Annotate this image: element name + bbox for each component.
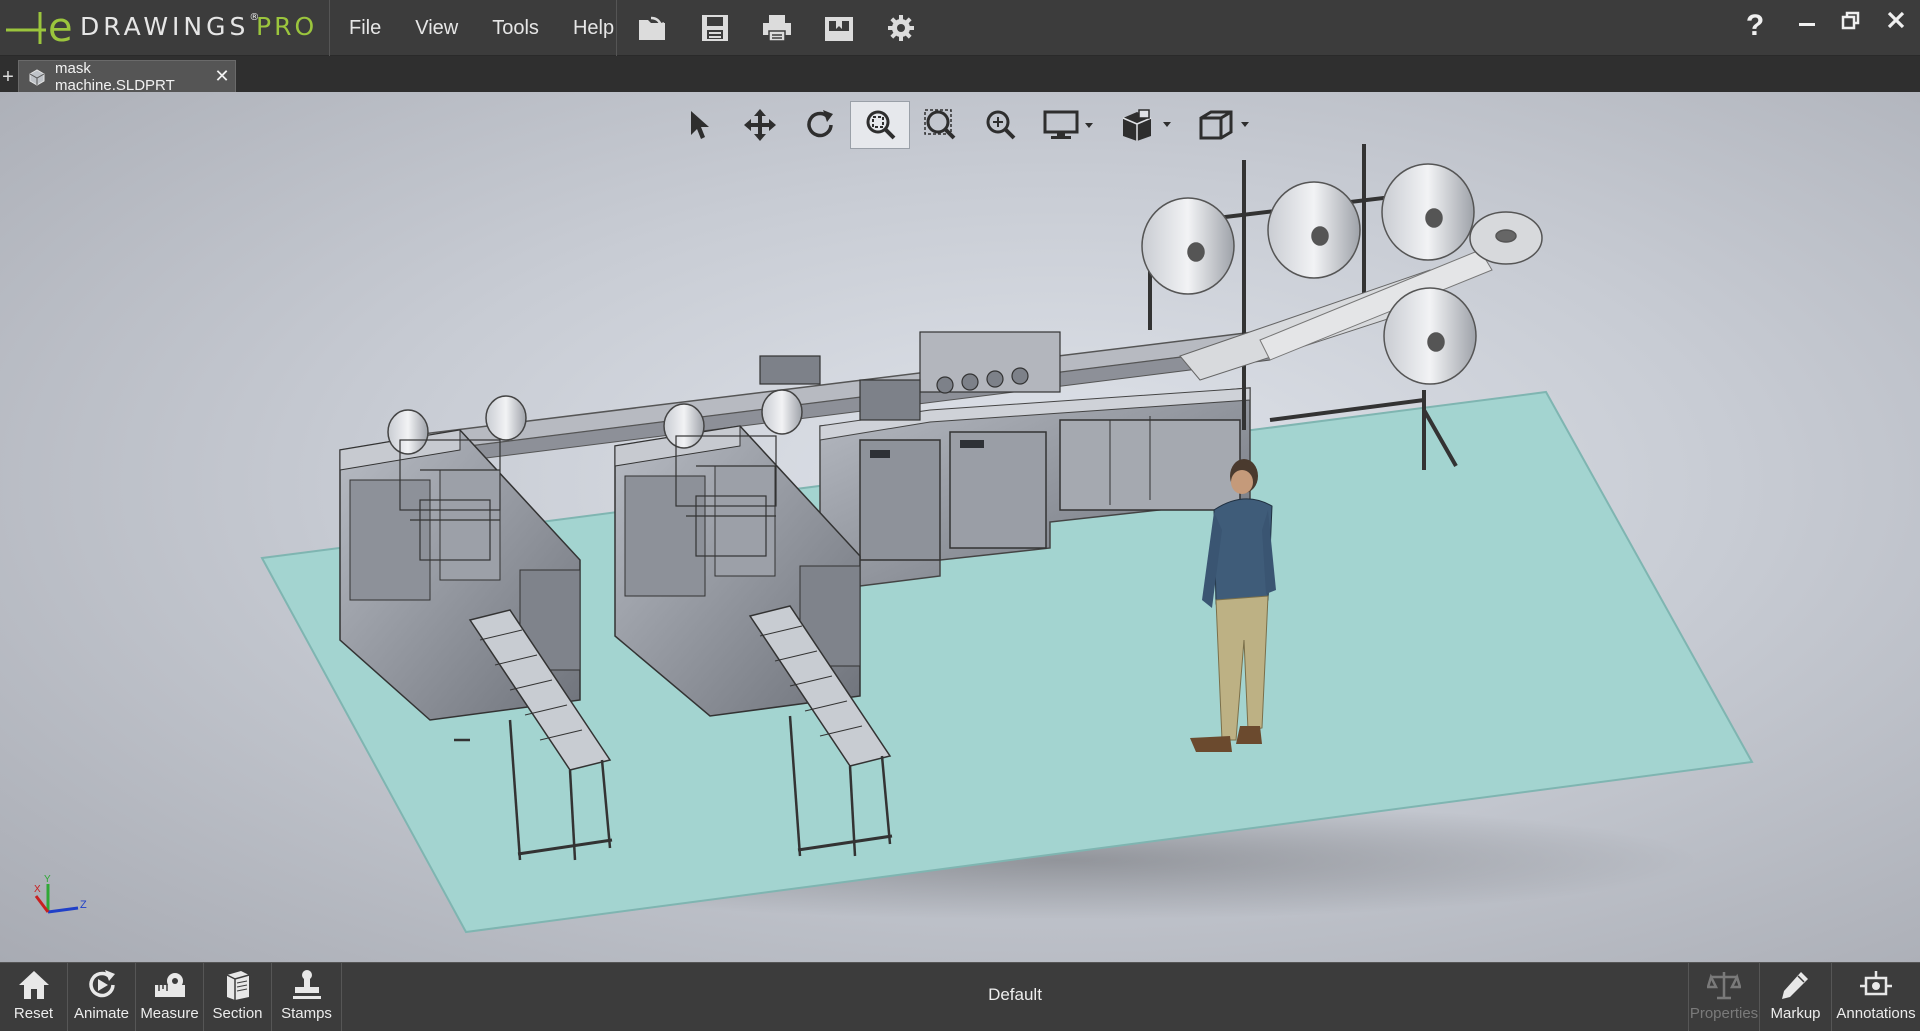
markup-button[interactable]: Markup <box>1760 963 1832 1031</box>
minimize-icon <box>1799 23 1815 26</box>
part-file-icon <box>29 68 45 86</box>
triad-y-label: Y <box>44 874 51 885</box>
section-label: Section <box>212 1005 263 1022</box>
main-toolbar <box>622 0 932 56</box>
menu-bar: File View Tools Help <box>332 0 631 56</box>
menu-file[interactable]: File <box>332 0 398 56</box>
help-button[interactable]: ? <box>1740 6 1770 46</box>
app-logo: e DRAWINGS® PRO <box>0 0 330 56</box>
animate-label: Animate <box>73 1005 130 1022</box>
home-icon <box>18 971 49 999</box>
orientation-triad: Y Z X <box>34 874 87 914</box>
document-tab-label: mask machine.SLDPRT <box>55 59 175 94</box>
pencil-icon <box>1781 972 1808 999</box>
markup-label: Markup <box>1770 1005 1821 1022</box>
publish-icon[interactable] <box>808 0 870 56</box>
close-window-button[interactable] <box>1878 0 1914 40</box>
annotations-label: Annotations <box>1836 1005 1916 1022</box>
restore-button[interactable] <box>1834 0 1868 40</box>
annotations-icon <box>1860 971 1892 996</box>
app-edition: PRO <box>256 12 318 41</box>
section-icon <box>226 971 249 1000</box>
close-tab-icon[interactable]: ✕ <box>209 66 235 87</box>
balance-icon <box>1707 972 1741 1000</box>
app-brand: DRAWINGS® <box>80 12 260 41</box>
restore-icon <box>1841 11 1860 30</box>
graphics-viewport[interactable]: Y Z X <box>0 92 1920 962</box>
stamps-label: Stamps <box>281 1005 332 1022</box>
document-tab[interactable]: mask machine.SLDPRT ✕ <box>18 59 236 94</box>
close-icon <box>1887 11 1905 29</box>
measure-icon <box>154 973 185 997</box>
properties-button[interactable]: Properties <box>1688 963 1760 1031</box>
svg-text:e: e <box>48 8 73 48</box>
triad-z-label: Z <box>80 899 87 911</box>
stamps-button[interactable]: Stamps <box>272 963 342 1031</box>
new-tab-button[interactable]: + <box>0 64 16 92</box>
save-icon[interactable] <box>684 0 746 56</box>
document-tab-strip: + mask machine.SLDPRT ✕ <box>0 56 1920 94</box>
measure-label: Measure <box>140 1005 199 1022</box>
configuration-name[interactable]: Default <box>940 985 1090 1005</box>
animate-icon <box>88 970 115 998</box>
bottom-toolbar: Reset Animate Measure Section Stamps Def… <box>0 962 1920 1031</box>
properties-label: Properties <box>1689 1005 1759 1022</box>
edrawings-logo-icon: e <box>6 8 73 48</box>
print-icon[interactable] <box>746 0 808 56</box>
triad-x-axis <box>34 895 50 913</box>
menu-help[interactable]: Help <box>556 0 631 56</box>
title-bar: e DRAWINGS® PRO File View Tools Help ? <box>0 0 1920 56</box>
minimize-button[interactable] <box>1790 0 1824 40</box>
reset-label: Reset <box>13 1005 54 1022</box>
menu-tools[interactable]: Tools <box>475 0 556 56</box>
menu-separator <box>616 0 617 56</box>
annotations-button[interactable]: Annotations <box>1832 963 1920 1031</box>
reset-button[interactable]: Reset <box>0 963 68 1031</box>
section-button[interactable]: Section <box>204 963 272 1031</box>
model-graphics[interactable] <box>0 92 1920 962</box>
menu-view[interactable]: View <box>398 0 475 56</box>
stamp-icon <box>292 970 321 999</box>
triad-z-axis <box>47 906 79 914</box>
open-icon[interactable] <box>622 0 684 56</box>
settings-icon[interactable] <box>870 0 932 56</box>
triad-x-label: X <box>34 884 41 895</box>
animate-button[interactable]: Animate <box>68 963 136 1031</box>
measure-button[interactable]: Measure <box>136 963 204 1031</box>
